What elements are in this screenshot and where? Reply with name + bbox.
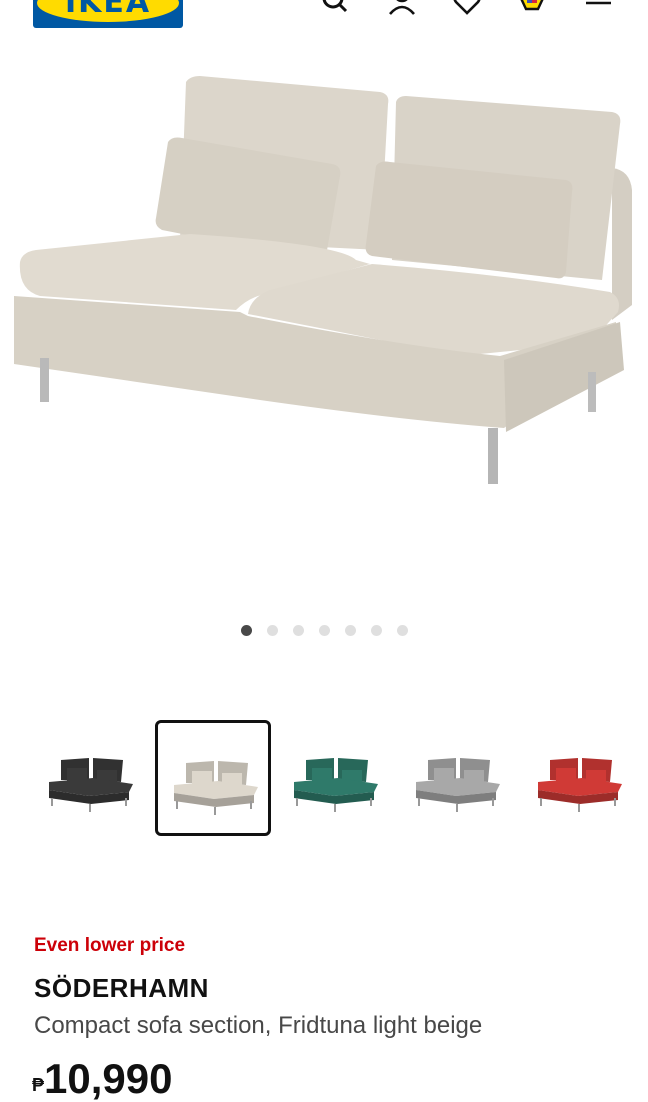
carousel-dots [0, 625, 648, 639]
variant-red[interactable] [522, 720, 638, 836]
menu-icon[interactable] [584, 0, 614, 16]
ikea-logo[interactable]: IKEA [33, 0, 183, 28]
carousel-dot[interactable] [396, 625, 408, 636]
carousel-dot[interactable] [318, 625, 330, 636]
carousel-dot[interactable] [266, 625, 278, 636]
promo-label: Even lower price [34, 935, 186, 956]
product-price: ₱10,990 [32, 1058, 172, 1100]
product-main-image[interactable] [0, 60, 648, 530]
price-currency: ₱ [32, 1075, 45, 1095]
color-variant-selector [0, 720, 648, 845]
heart-icon[interactable] [452, 0, 482, 16]
carousel-dot[interactable] [240, 625, 252, 636]
variant-dark-grey[interactable] [33, 720, 149, 836]
carousel-dot[interactable] [344, 625, 356, 636]
price-value: 10,990 [44, 1055, 173, 1102]
product-name[interactable]: SÖDERHAMN [34, 973, 209, 1004]
product-description: Compact sofa section, Fridtuna light bei… [34, 1012, 483, 1039]
user-icon[interactable] [387, 0, 417, 16]
site-header: IKEA [0, 0, 648, 40]
carousel-dot[interactable] [292, 625, 304, 636]
logo-text: IKEA [64, 0, 152, 20]
variant-light-beige[interactable] [155, 720, 271, 836]
carousel-dot[interactable] [370, 625, 382, 636]
search-icon[interactable] [320, 0, 350, 16]
variant-grey[interactable] [400, 720, 516, 836]
variant-dark-green[interactable] [278, 720, 394, 836]
cart-icon[interactable] [517, 0, 547, 16]
